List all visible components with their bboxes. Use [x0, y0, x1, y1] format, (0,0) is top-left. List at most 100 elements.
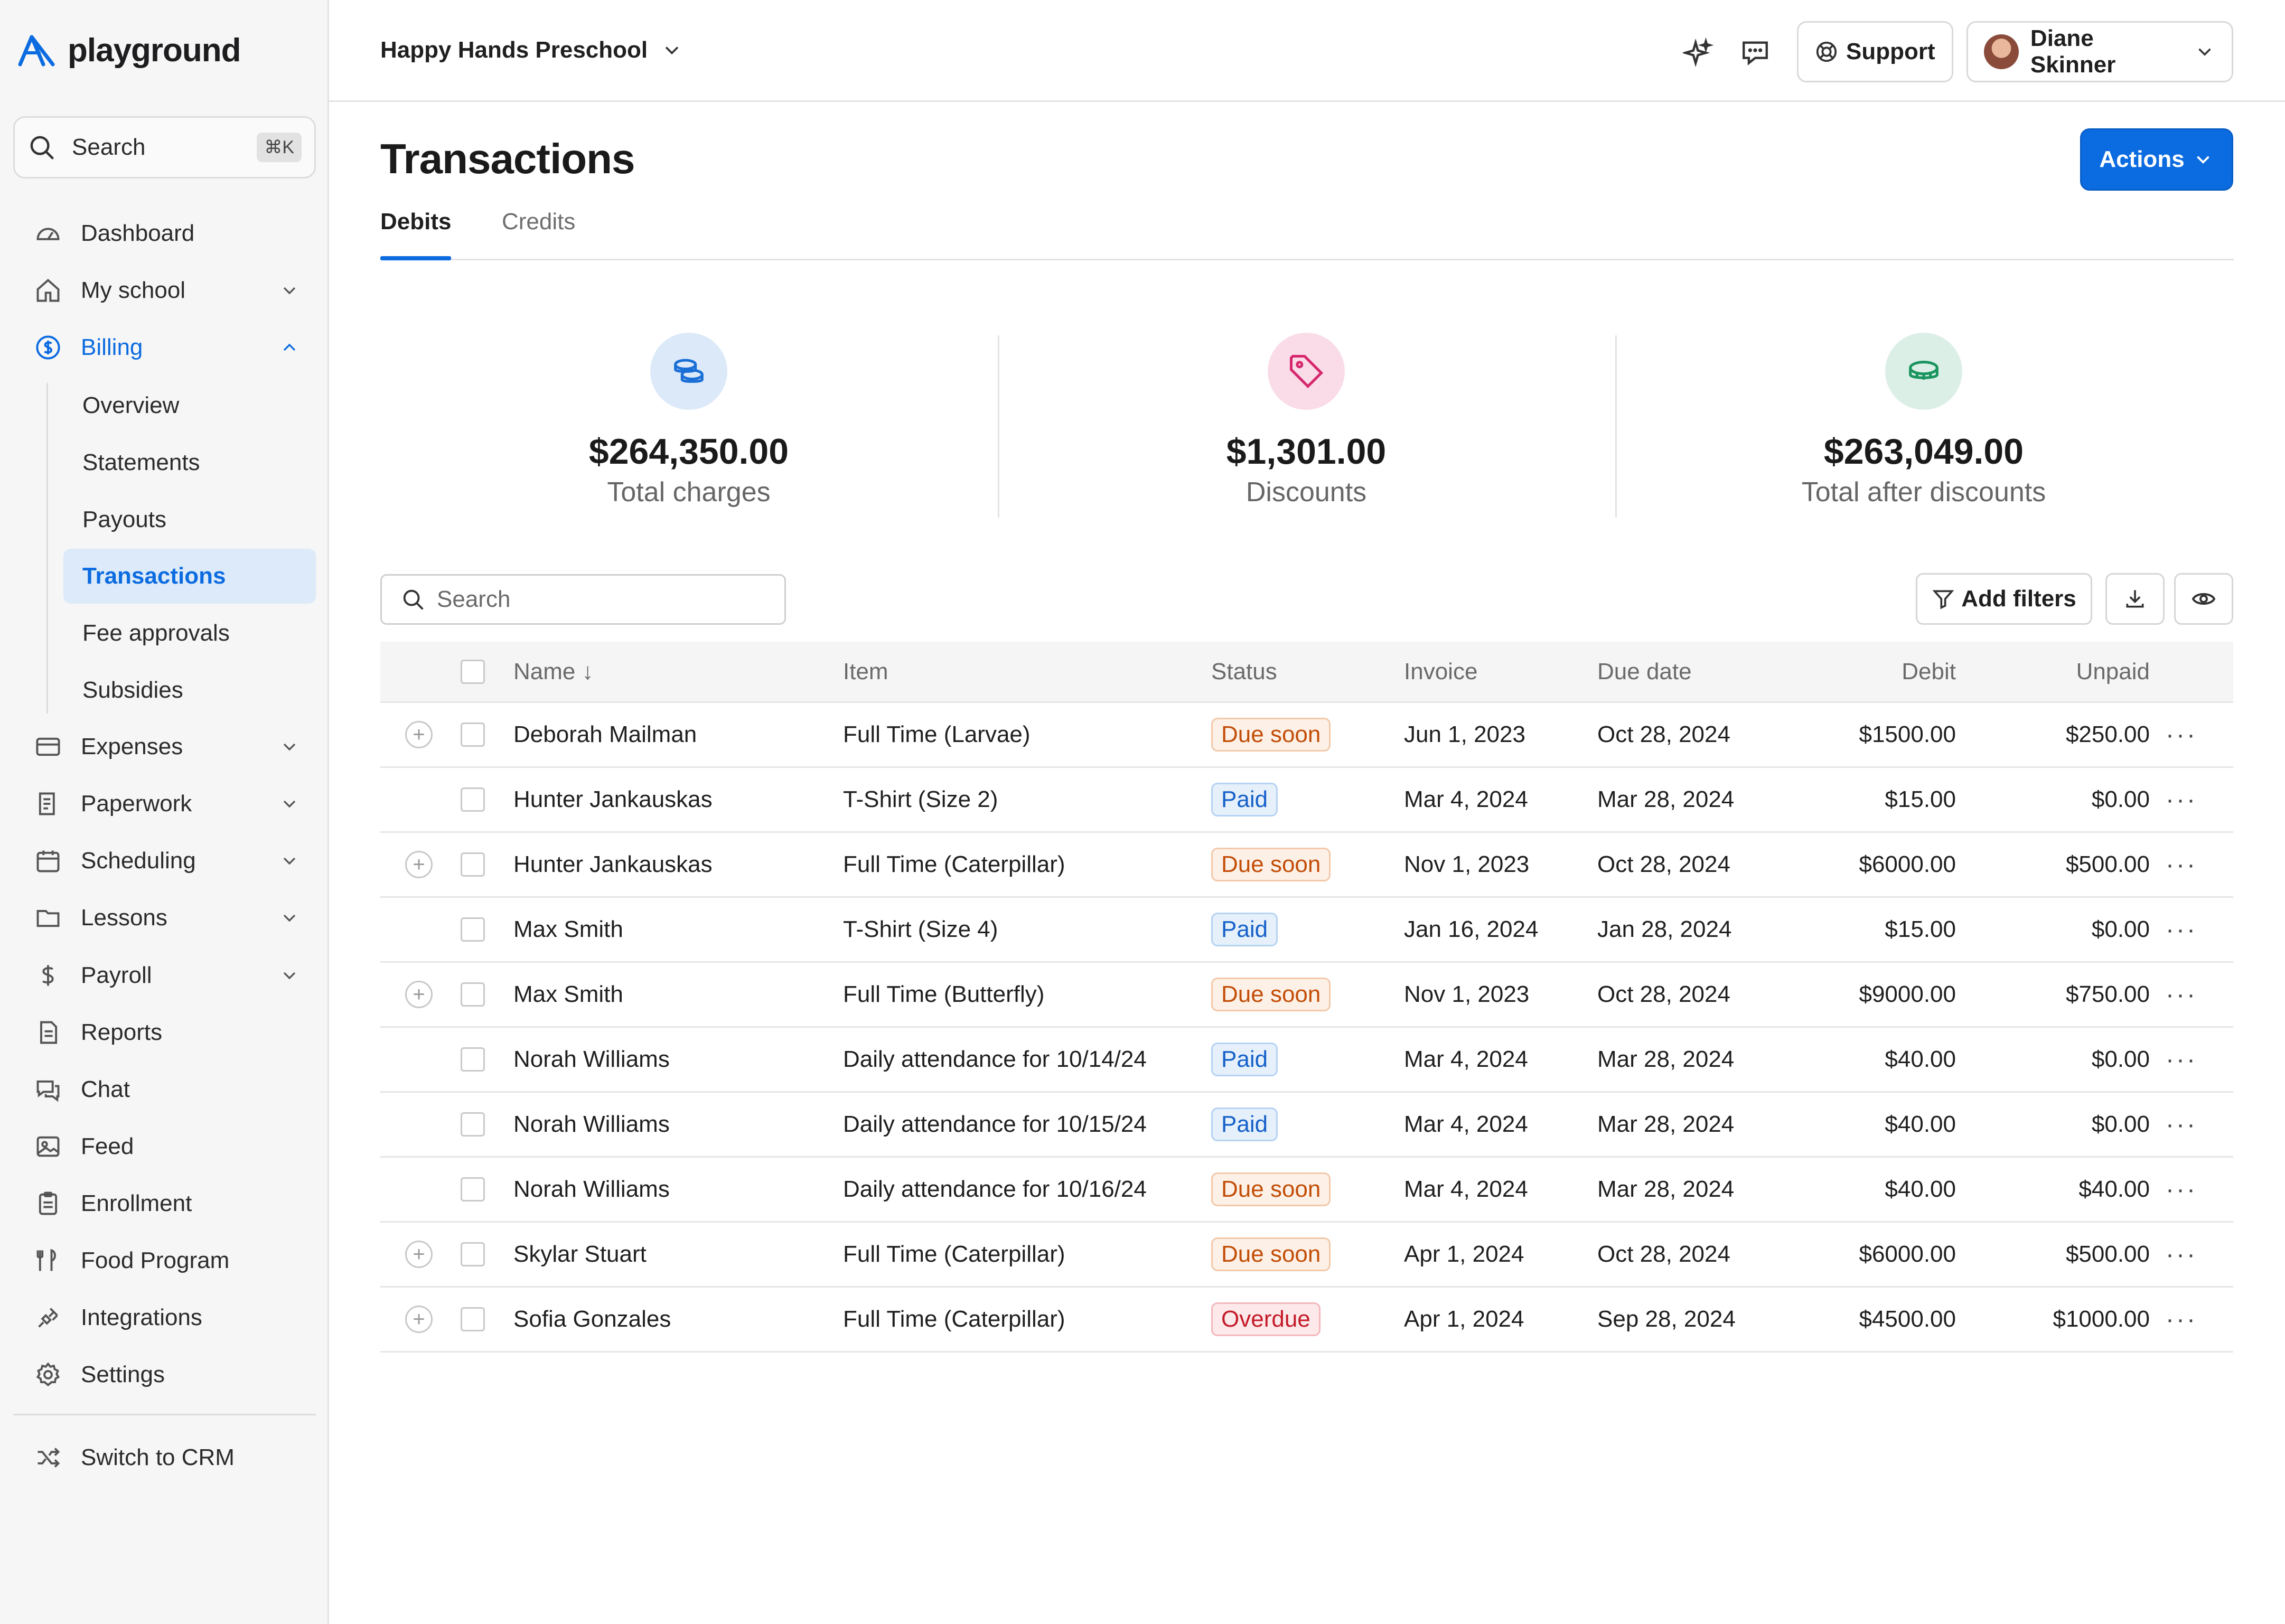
expand-row-button[interactable]: + [405, 963, 433, 1026]
sidebar-subitem-subsidies[interactable]: Subsidies [63, 663, 316, 718]
sidebar-subitem-fee-approvals[interactable]: Fee approvals [63, 606, 316, 661]
sidebar-item-payroll[interactable]: Payroll [13, 949, 316, 1002]
header-unpaid[interactable]: Unpaid [1991, 642, 2150, 701]
sidebar-item-integrations[interactable]: Integrations [13, 1291, 316, 1344]
expand-row-button[interactable]: + [405, 703, 433, 766]
row-checkbox[interactable] [461, 898, 485, 961]
tab-debits[interactable]: Debits [380, 209, 452, 260]
download-button[interactable] [2105, 573, 2165, 625]
sidebar-subitem-payouts[interactable]: Payouts [63, 492, 316, 547]
row-menu-button[interactable]: ··· [2166, 898, 2197, 961]
table-row[interactable]: + Deborah Mailman Full Time (Larvae) Due so… [380, 703, 2233, 768]
cell-status: Due soon [1211, 1158, 1331, 1221]
table-row[interactable]: Norah Williams Daily attendance for 10/14… [380, 1028, 2233, 1093]
header-item[interactable]: Item [843, 642, 888, 701]
sidebar-item-enrollment[interactable]: Enrollment [13, 1177, 316, 1230]
school-selector[interactable]: Happy Hands Preschool [380, 37, 683, 63]
sidebar-item-label: Paperwork [81, 791, 192, 816]
sidebar-search[interactable]: Search ⌘K [13, 116, 316, 179]
status-badge: Due soon [1211, 978, 1331, 1011]
sidebar-item-my-school[interactable]: My school [13, 264, 316, 317]
header-invoice[interactable]: Invoice [1404, 642, 1477, 701]
tab-bar: Debits Credits [380, 209, 2234, 260]
chevron-down-icon[interactable] [274, 731, 305, 763]
row-checkbox[interactable] [461, 703, 485, 766]
row-menu-button[interactable]: ··· [2166, 963, 2197, 1026]
sidebar-item-scheduling[interactable]: Scheduling [13, 834, 316, 887]
logo[interactable]: playground [16, 29, 241, 71]
support-button[interactable]: Support [1797, 21, 1953, 82]
header-name[interactable]: Name ↓ [513, 642, 594, 701]
table-row[interactable]: Hunter Jankauskas T-Shirt (Size 2) Paid Mar… [380, 768, 2233, 833]
sidebar-item-food-program[interactable]: Food Program [13, 1234, 316, 1287]
sidebar-item-feed[interactable]: Feed [13, 1120, 316, 1173]
table-row[interactable]: + Skylar Stuart Full Time (Caterpillar) Due… [380, 1223, 2233, 1288]
sidebar-item-lessons[interactable]: Lessons [13, 891, 316, 944]
row-checkbox[interactable] [461, 1223, 485, 1286]
row-menu-button[interactable]: ··· [2166, 1028, 2197, 1091]
cell-invoice: Mar 4, 2024 [1404, 1046, 1528, 1072]
header-status[interactable]: Status [1211, 642, 1277, 701]
header-debit[interactable]: Debit [1806, 642, 1956, 701]
coins-icon [650, 333, 727, 410]
row-menu-button[interactable]: ··· [2166, 1158, 2197, 1221]
table-row[interactable]: + Hunter Jankauskas Full Time (Caterpillar… [380, 833, 2233, 898]
message-icon[interactable] [1739, 37, 1771, 69]
sidebar-item-dashboard[interactable]: Dashboard [13, 207, 316, 260]
row-checkbox[interactable] [461, 1288, 485, 1351]
add-filters-button[interactable]: Add filters [1916, 573, 2092, 625]
cell-name: Sofia Gonzales [513, 1306, 671, 1332]
row-checkbox[interactable] [461, 1158, 485, 1221]
chevron-down-icon[interactable] [274, 845, 305, 877]
row-menu-button[interactable]: ··· [2166, 768, 2197, 831]
view-options-button[interactable] [2174, 573, 2233, 625]
table-search-input[interactable]: Search [380, 574, 786, 625]
row-menu-button[interactable]: ··· [2166, 703, 2197, 766]
row-menu-button[interactable]: ··· [2166, 1223, 2197, 1286]
row-checkbox[interactable] [461, 1028, 485, 1091]
select-all-checkbox[interactable] [461, 642, 485, 701]
switch-to-crm-button[interactable]: Switch to CRM [13, 1431, 316, 1484]
table-row[interactable]: + Max Smith Full Time (Butterfly) Due soon N… [380, 963, 2233, 1028]
chevron-down-icon[interactable] [274, 902, 305, 934]
support-label: Support [1846, 39, 1935, 64]
sidebar-item-label: Food Program [81, 1247, 230, 1273]
sidebar-item-settings[interactable]: Settings [13, 1348, 316, 1401]
chevron-down-icon[interactable] [274, 788, 305, 820]
row-checkbox[interactable] [461, 1093, 485, 1156]
cell-due-date: Mar 28, 2024 [1597, 1046, 1735, 1072]
chevron-down-icon[interactable] [274, 275, 305, 306]
sidebar-item-billing[interactable]: Billing [13, 321, 316, 374]
tab-credits[interactable]: Credits [502, 209, 575, 257]
row-menu-button[interactable]: ··· [2166, 833, 2197, 896]
sidebar-item-paperwork[interactable]: Paperwork [13, 777, 316, 830]
user-menu-button[interactable]: Diane Skinner [1966, 21, 2233, 82]
cell-item: Daily attendance for 10/15/24 [843, 1111, 1147, 1137]
sidebar-subitem-statements[interactable]: Statements [63, 435, 316, 490]
actions-button[interactable]: Actions [2080, 128, 2233, 191]
header-due-date[interactable]: Due date [1597, 642, 1692, 701]
sidebar-subitem-transactions[interactable]: Transactions [63, 549, 316, 604]
status-badge: Due soon [1211, 1237, 1331, 1271]
sidebar-item-chat[interactable]: Chat [13, 1063, 316, 1116]
chevron-down-icon[interactable] [274, 960, 305, 991]
row-menu-button[interactable]: ··· [2166, 1093, 2197, 1156]
expand-row-button[interactable]: + [405, 833, 433, 896]
search-icon [30, 136, 54, 159]
row-menu-button[interactable]: ··· [2166, 1288, 2197, 1351]
row-checkbox[interactable] [461, 963, 485, 1026]
sidebar-item-expenses[interactable]: Expenses [13, 720, 316, 773]
cell-status: Due soon [1211, 963, 1331, 1026]
row-checkbox[interactable] [461, 833, 485, 896]
table-row[interactable]: Norah Williams Daily attendance for 10/16… [380, 1158, 2233, 1223]
table-row[interactable]: Max Smith T-Shirt (Size 4) Paid Jan 16, 202… [380, 898, 2233, 963]
chevron-up-icon[interactable] [274, 332, 305, 363]
sidebar-item-reports[interactable]: Reports [13, 1006, 316, 1059]
expand-row-button[interactable]: + [405, 1223, 433, 1286]
sidebar-subitem-overview[interactable]: Overview [63, 378, 316, 433]
expand-row-button[interactable]: + [405, 1288, 433, 1351]
table-row[interactable]: + Sofia Gonzales Full Time (Caterpillar) Ov… [380, 1288, 2233, 1353]
row-checkbox[interactable] [461, 768, 485, 831]
table-row[interactable]: Norah Williams Daily attendance for 10/15… [380, 1093, 2233, 1158]
sparkle-icon[interactable] [1682, 37, 1714, 69]
